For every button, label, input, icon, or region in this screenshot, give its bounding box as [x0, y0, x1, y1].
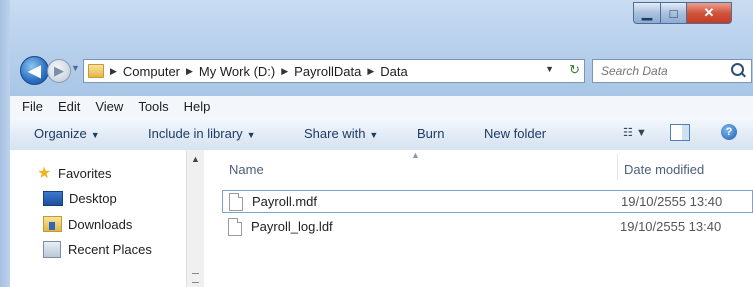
share-with-label: Share with: [304, 126, 366, 141]
caption-buttons: ▁ □ ✕: [633, 2, 732, 24]
scroll-grip-icon[interactable]: [192, 273, 199, 283]
view-list-icon: ☷: [623, 127, 633, 139]
include-in-library-button[interactable]: Include in library ▼: [148, 126, 256, 141]
nav-item-recent-places[interactable]: Recent Places: [43, 241, 152, 258]
nav-item-favorites[interactable]: Favorites: [58, 166, 111, 181]
folder-icon: [88, 64, 104, 78]
column-header-date-modified[interactable]: Date modified: [624, 162, 704, 177]
recent-pages-chevron-icon[interactable]: ▼: [71, 63, 80, 73]
nav-item-label: Favorites: [58, 166, 112, 181]
downloads-icon: [43, 216, 62, 232]
address-dropdown-icon[interactable]: ▼: [545, 64, 554, 74]
breadcrumb-separator-icon[interactable]: ▶: [186, 66, 193, 77]
share-with-button[interactable]: Share with ▼: [304, 126, 378, 141]
breadcrumb-separator-icon[interactable]: ▶: [110, 66, 117, 77]
nav-item-label: Recent Places: [68, 242, 152, 257]
nav-pane-scrollbar[interactable]: ▲: [186, 150, 204, 287]
maximize-icon[interactable]: □: [661, 2, 687, 24]
back-button[interactable]: ◀: [20, 56, 49, 85]
desktop-icon: [43, 191, 63, 206]
navigation-row: ◀ ▶ ▼ ▶ Computer ▶ My Work (D:) ▶ Payrol…: [20, 55, 753, 85]
navigation-pane: ★ Favorites Desktop Downloads Recent Pla…: [10, 150, 200, 287]
chevron-down-icon: ▼: [635, 127, 647, 139]
burn-button[interactable]: Burn: [417, 126, 444, 141]
change-view-button[interactable]: ☷ ▼: [623, 126, 647, 139]
refresh-icon[interactable]: ↻: [569, 62, 580, 78]
scroll-up-icon[interactable]: ▲: [191, 154, 200, 164]
window-left-edge: [0, 0, 10, 287]
recent-places-icon: [43, 241, 61, 258]
menu-bar: File Edit View Tools Help: [10, 96, 753, 118]
minimize-icon[interactable]: ▁: [633, 2, 661, 24]
arrow-right-icon: ▶: [54, 63, 64, 78]
sort-ascending-icon: ▲: [411, 150, 420, 160]
address-bar[interactable]: ▶ Computer ▶ My Work (D:) ▶ PayrollData …: [83, 59, 585, 83]
breadcrumb-separator-icon[interactable]: ▶: [367, 66, 374, 77]
file-row[interactable]: Payroll.mdf 19/10/2555 13:40: [222, 190, 753, 213]
nav-item-downloads[interactable]: Downloads: [43, 216, 132, 232]
column-divider[interactable]: [617, 154, 618, 180]
breadcrumb-computer[interactable]: Computer: [123, 64, 180, 79]
chevron-down-icon: ▼: [90, 130, 100, 140]
forward-button[interactable]: ▶: [47, 59, 71, 83]
search-input[interactable]: [599, 63, 723, 79]
organize-label: Organize: [34, 126, 87, 141]
explorer-window: ▁ □ ✕ ◀ ▶ ▼ ▶ Computer ▶ My Work (D:) ▶ …: [0, 0, 753, 287]
menu-help[interactable]: Help: [181, 99, 214, 114]
star-icon: ★: [37, 165, 52, 182]
close-icon[interactable]: ✕: [687, 2, 732, 24]
nav-item-label: Downloads: [68, 216, 133, 232]
new-folder-button[interactable]: New folder: [484, 126, 546, 141]
breadcrumb-separator-icon[interactable]: ▶: [281, 66, 288, 77]
command-bar: Organize ▼ Include in library ▼ Share with…: [10, 117, 753, 151]
arrow-left-icon: ◀: [28, 62, 41, 80]
menu-tools[interactable]: Tools: [135, 99, 171, 114]
file-icon: [229, 192, 243, 211]
file-list: ▲ Name Date modified Payroll.mdf 19/10/2…: [204, 150, 753, 287]
search-box: [592, 59, 752, 83]
menu-view[interactable]: View: [92, 99, 126, 114]
chevron-down-icon: ▼: [246, 130, 256, 140]
file-name: Payroll_log.ldf: [251, 219, 333, 234]
organize-button[interactable]: Organize ▼: [34, 126, 100, 141]
chevron-down-icon: ▼: [369, 130, 379, 140]
nav-item-label: Desktop: [69, 191, 117, 206]
file-date: 19/10/2555 13:40: [621, 194, 723, 209]
breadcrumb-drive[interactable]: My Work (D:): [199, 64, 275, 79]
column-header-name[interactable]: Name: [229, 162, 264, 177]
search-icon[interactable]: [731, 63, 744, 76]
file-row[interactable]: Payroll_log.ldf 19/10/2555 13:40: [222, 215, 753, 238]
help-icon[interactable]: ?: [721, 124, 737, 140]
nav-item-desktop[interactable]: Desktop: [43, 191, 117, 206]
file-date: 19/10/2555 13:40: [620, 219, 722, 234]
preview-pane-icon[interactable]: [670, 124, 690, 141]
menu-edit[interactable]: Edit: [55, 99, 83, 114]
breadcrumb-data[interactable]: Data: [380, 64, 407, 79]
include-in-library-label: Include in library: [148, 126, 243, 141]
file-icon: [228, 217, 242, 236]
menu-file[interactable]: File: [19, 99, 46, 114]
file-name: Payroll.mdf: [252, 194, 318, 209]
breadcrumb-payrolldata[interactable]: PayrollData: [294, 64, 361, 79]
